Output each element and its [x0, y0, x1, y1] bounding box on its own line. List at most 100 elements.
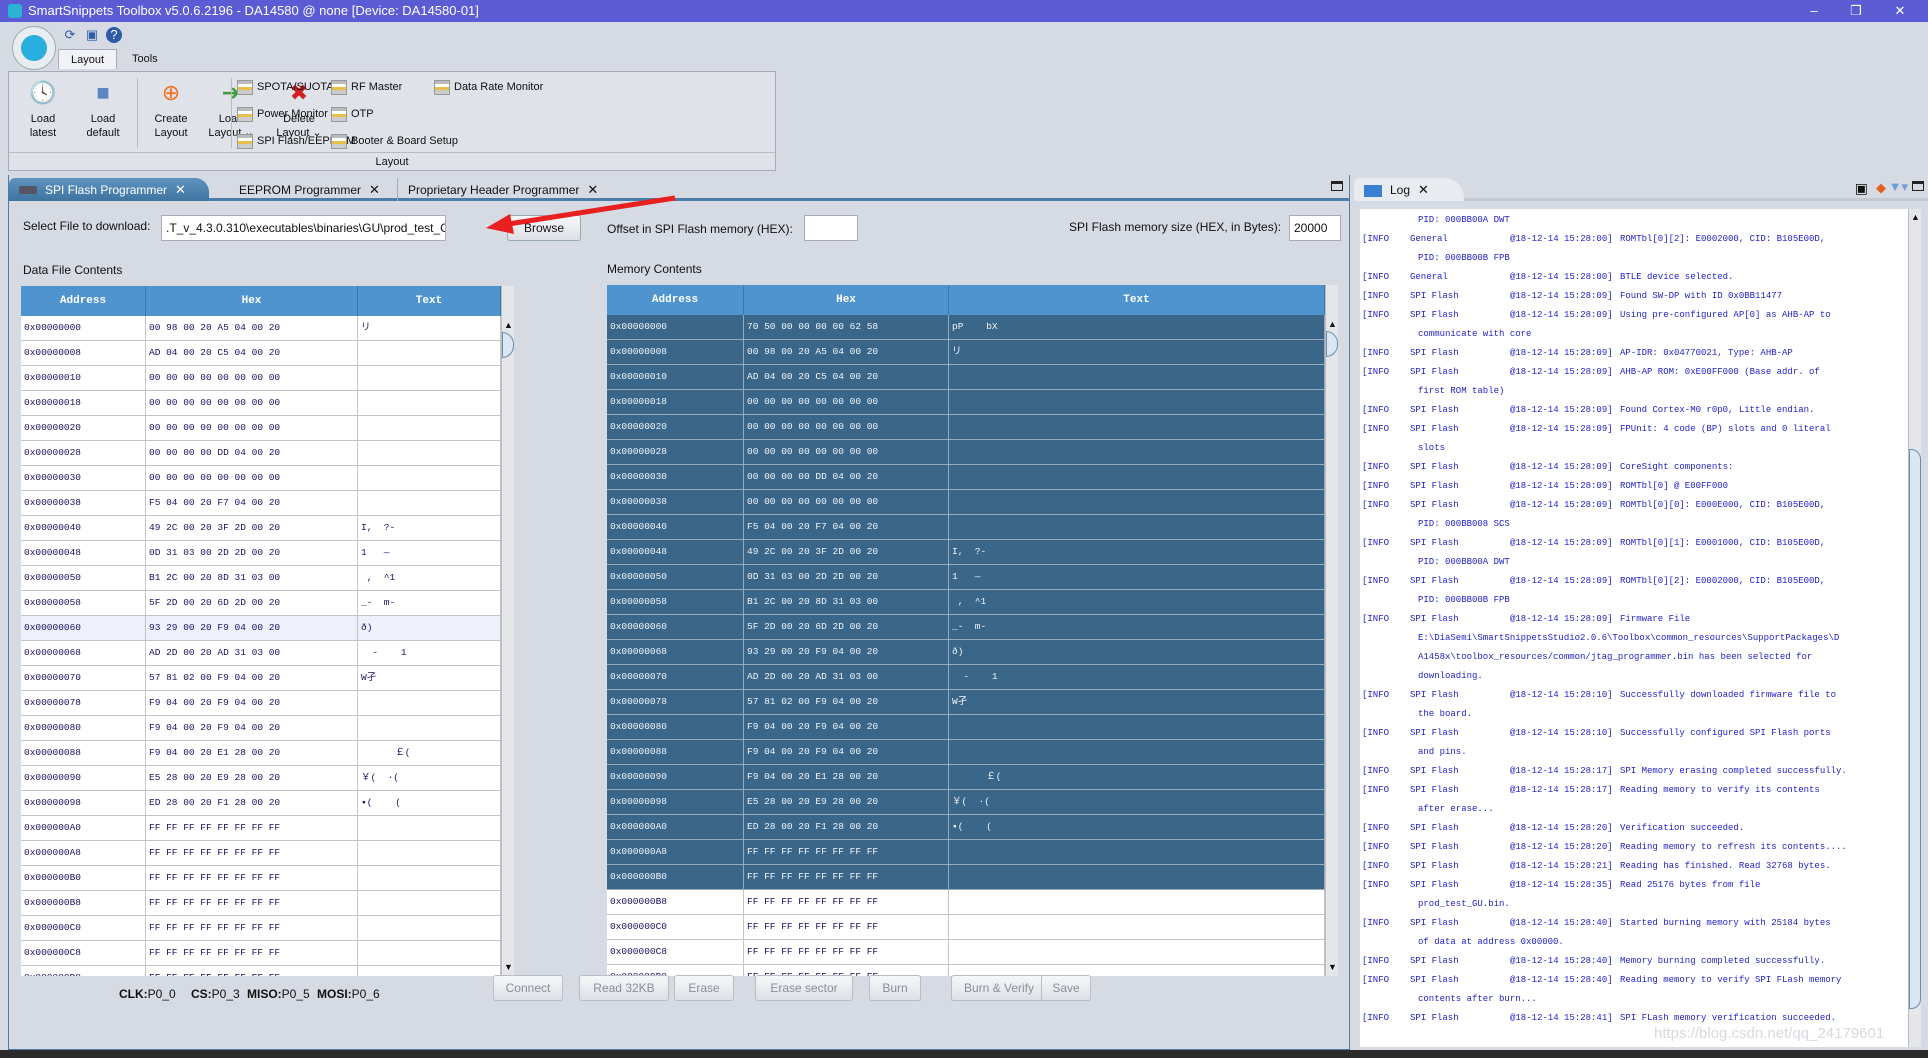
layout-otp[interactable]: OTP — [331, 107, 374, 122]
column-header-hex[interactable]: Hex — [146, 286, 358, 316]
table-row[interactable]: 0x000000C8 FF FF FF FF FF FF FF FF — [607, 940, 1325, 965]
column-header-address[interactable]: Address — [21, 286, 146, 316]
table-row[interactable]: 0x00000030 00 00 00 00 00 00 00 00 — [21, 466, 501, 491]
file-path-input[interactable]: .T_v_4.3.0.310\executables\binaries\GU\p… — [161, 215, 446, 241]
tab-log[interactable]: Log ✕ — [1354, 178, 1464, 201]
refresh-icon[interactable]: ⟳ — [62, 27, 78, 43]
table-row[interactable]: 0x00000020 00 00 00 00 00 00 00 00 — [21, 416, 501, 441]
log-scrollbar[interactable]: ▲ — [1908, 209, 1921, 1047]
maximize-panel-icon[interactable] — [1912, 181, 1924, 191]
memory-scrollbar[interactable]: ▲ ▼ — [1325, 285, 1338, 976]
ribbon-tab-tools[interactable]: Tools — [120, 49, 170, 69]
table-row[interactable]: 0x00000078 57 81 02 00 F9 04 00 20 W孑 — [607, 690, 1325, 715]
table-row[interactable]: 0x000000D0FF FF FF FF FF FF FF FF — [21, 966, 501, 976]
table-row[interactable]: 0x00000090 E5 28 00 20 E9 28 00 20 ￥( ·( — [21, 766, 501, 791]
minimize-button[interactable]: – — [1794, 0, 1834, 22]
column-header-address[interactable]: Address — [607, 285, 744, 315]
table-row[interactable]: 0x00000090 F9 04 00 20 E1 28 00 20 ￡( — [607, 765, 1325, 790]
table-row[interactable]: 0x000000A8 FF FF FF FF FF FF FF FF — [21, 841, 501, 866]
read-32kb-button[interactable]: Read 32KB — [579, 975, 669, 1001]
save-log-icon[interactable]: ▣ — [1855, 180, 1868, 197]
table-row[interactable]: 0x00000098 E5 28 00 20 E9 28 00 20 ￥( ·( — [607, 790, 1325, 815]
table-row[interactable]: 0x00000008 AD 04 00 20 C5 04 00 20 — [21, 341, 501, 366]
app-menu-button[interactable] — [12, 26, 56, 70]
erase-sector-button[interactable]: Erase sector — [755, 975, 853, 1001]
tab-spi-flash-programmer[interactable]: SPI Flash Programmer ✕ — [9, 178, 209, 201]
ribbon-tab-layout[interactable]: Layout — [58, 49, 118, 69]
table-row[interactable]: 0x00000028 00 00 00 00 00 00 00 00 — [607, 440, 1325, 465]
table-row[interactable]: 0x000000A0 FF FF FF FF FF FF FF FF — [21, 816, 501, 841]
table-row[interactable]: 0x00000070 57 81 02 00 F9 04 00 20 W孑 — [21, 666, 501, 691]
layout-booter-board-setup[interactable]: Booter & Board Setup — [331, 134, 458, 149]
layout-data-rate-monitor[interactable]: Data Rate Monitor — [434, 80, 543, 95]
table-row[interactable]: 0x00000030 00 00 00 00 DD 04 00 20 — [607, 465, 1325, 490]
table-row[interactable]: 0x000000B0 FF FF FF FF FF FF FF FF — [21, 866, 501, 891]
layout-power-monitor[interactable]: Power Monitor — [237, 107, 328, 122]
table-row[interactable]: 0x000000B0 FF FF FF FF FF FF FF FF — [607, 865, 1325, 890]
close-tab-icon[interactable]: ✕ — [1418, 182, 1429, 197]
table-row[interactable]: 0x00000000 70 50 00 00 00 00 62 58 pP bX — [607, 315, 1325, 340]
table-row[interactable]: 0x00000098 ED 28 00 20 F1 28 00 20 ▪( ( — [21, 791, 501, 816]
layout-rf-master[interactable]: RF Master — [331, 80, 402, 95]
offset-input[interactable] — [804, 215, 858, 241]
table-row[interactable]: 0x00000078 F9 04 00 20 F9 04 00 20 — [21, 691, 501, 716]
table-row[interactable]: 0x00000080 F9 04 00 20 F9 04 00 20 — [21, 716, 501, 741]
table-row[interactable]: 0x00000010 00 00 00 00 00 00 00 00 — [21, 366, 501, 391]
table-row[interactable]: 0x00000058 B1 2C 00 20 8D 31 03 00 , ^1 — [607, 590, 1325, 615]
close-button[interactable]: ✕ — [1880, 0, 1920, 22]
table-row[interactable]: 0x00000088 F9 04 00 20 E1 28 00 20 ￡( — [21, 741, 501, 766]
table-row[interactable]: 0x00000048 0D 31 03 00 2D 2D 00 20 1 — — [21, 541, 501, 566]
table-row[interactable]: 0x00000050 0D 31 03 00 2D 2D 00 20 1 — — [607, 565, 1325, 590]
table-row[interactable]: 0x00000020 00 00 00 00 00 00 00 00 — [607, 415, 1325, 440]
save-icon[interactable]: ▣ — [84, 27, 100, 43]
table-row[interactable]: 0x00000088 F9 04 00 20 F9 04 00 20 — [607, 740, 1325, 765]
table-row[interactable]: 0x00000018 00 00 00 00 00 00 00 00 — [607, 390, 1325, 415]
table-row[interactable]: 0x000000A0 ED 28 00 20 F1 28 00 20 ▪( ( — [607, 815, 1325, 840]
filter-icon[interactable]: ▼▾ — [1889, 179, 1908, 195]
table-row[interactable]: 0x000000C0 FF FF FF FF FF FF FF FF — [21, 916, 501, 941]
column-header-text[interactable]: Text — [358, 286, 501, 316]
table-row[interactable]: 0x000000B8 FF FF FF FF FF FF FF FF — [21, 891, 501, 916]
table-row[interactable]: 0x000000C0 FF FF FF FF FF FF FF FF — [607, 915, 1325, 940]
table-row[interactable]: 0x00000010 AD 04 00 20 C5 04 00 20 — [607, 365, 1325, 390]
data-file-scrollbar[interactable]: ▲ ▼ — [501, 286, 514, 976]
erase-button[interactable]: Erase — [674, 975, 734, 1001]
burn-verify-button[interactable]: Burn & Verify — [951, 975, 1047, 1001]
table-row[interactable]: 0x000000C8 FF FF FF FF FF FF FF FF — [21, 941, 501, 966]
table-row[interactable]: 0x000000A8 FF FF FF FF FF FF FF FF — [607, 840, 1325, 865]
table-row[interactable]: 0x00000068 AD 2D 00 20 AD 31 03 00 - 1 — [21, 641, 501, 666]
create-layout-button[interactable]: ⊕ Create Layout — [143, 78, 199, 140]
table-row[interactable]: 0x00000000 00 98 00 20 A5 04 00 20 リ — [21, 316, 501, 341]
tab-eeprom-programmer[interactable]: EEPROM Programmer ✕ — [229, 178, 390, 201]
table-row[interactable]: 0x00000038 F5 04 00 20 F7 04 00 20 — [21, 491, 501, 516]
load-default-button[interactable]: ■ Load default — [75, 78, 131, 140]
connect-button[interactable]: Connect — [493, 975, 563, 1001]
maximize-panel-icon[interactable] — [1331, 181, 1343, 191]
clear-log-icon[interactable]: ◆ — [1876, 180, 1886, 196]
table-row[interactable]: 0x00000040 F5 04 00 20 F7 04 00 20 — [607, 515, 1325, 540]
save-button[interactable]: Save — [1041, 975, 1091, 1001]
restore-button[interactable]: ❐ — [1836, 0, 1876, 22]
close-tab-icon[interactable]: ✕ — [369, 182, 380, 197]
table-row[interactable]: 0x00000070 AD 2D 00 20 AD 31 03 00 - 1 — [607, 665, 1325, 690]
table-row[interactable]: 0x00000058 5F 2D 00 20 6D 2D 00 20 _- m- — [21, 591, 501, 616]
table-row[interactable]: 0x00000018 00 00 00 00 00 00 00 00 — [21, 391, 501, 416]
column-header-text[interactable]: Text — [949, 285, 1325, 315]
help-icon[interactable]: ? — [106, 27, 122, 43]
table-row[interactable]: 0x00000040 49 2C 00 20 3F 2D 00 20 I, ?- — [21, 516, 501, 541]
flash-size-input[interactable]: 20000 — [1289, 215, 1341, 241]
table-row[interactable]: 0x00000068 93 29 00 20 F9 04 00 20 ð) — [607, 640, 1325, 665]
table-row[interactable]: 0x00000038 00 00 00 00 00 00 00 00 — [607, 490, 1325, 515]
table-row[interactable]: 0x00000050 B1 2C 00 20 8D 31 03 00 , ^1 — [21, 566, 501, 591]
table-row[interactable]: 0x00000028 00 00 00 00 DD 04 00 20 — [21, 441, 501, 466]
close-tab-icon[interactable]: ✕ — [175, 182, 186, 197]
load-latest-button[interactable]: 🕓 Load latest — [15, 78, 71, 140]
table-row[interactable]: 0x00000048 49 2C 00 20 3F 2D 00 20 I, ?- — [607, 540, 1325, 565]
layout-spota-suota[interactable]: SPOTA/SUOTA — [237, 80, 334, 95]
table-row[interactable]: 0x00000080 F9 04 00 20 F9 04 00 20 — [607, 715, 1325, 740]
table-row[interactable]: 0x00000008 00 98 00 20 A5 04 00 20 リ — [607, 340, 1325, 365]
table-row[interactable]: 0x00000060 5F 2D 00 20 6D 2D 00 20 _- m- — [607, 615, 1325, 640]
column-header-hex[interactable]: Hex — [744, 285, 949, 315]
table-row[interactable]: 0x000000B8 FF FF FF FF FF FF FF FF — [607, 890, 1325, 915]
burn-button[interactable]: Burn — [869, 975, 921, 1001]
